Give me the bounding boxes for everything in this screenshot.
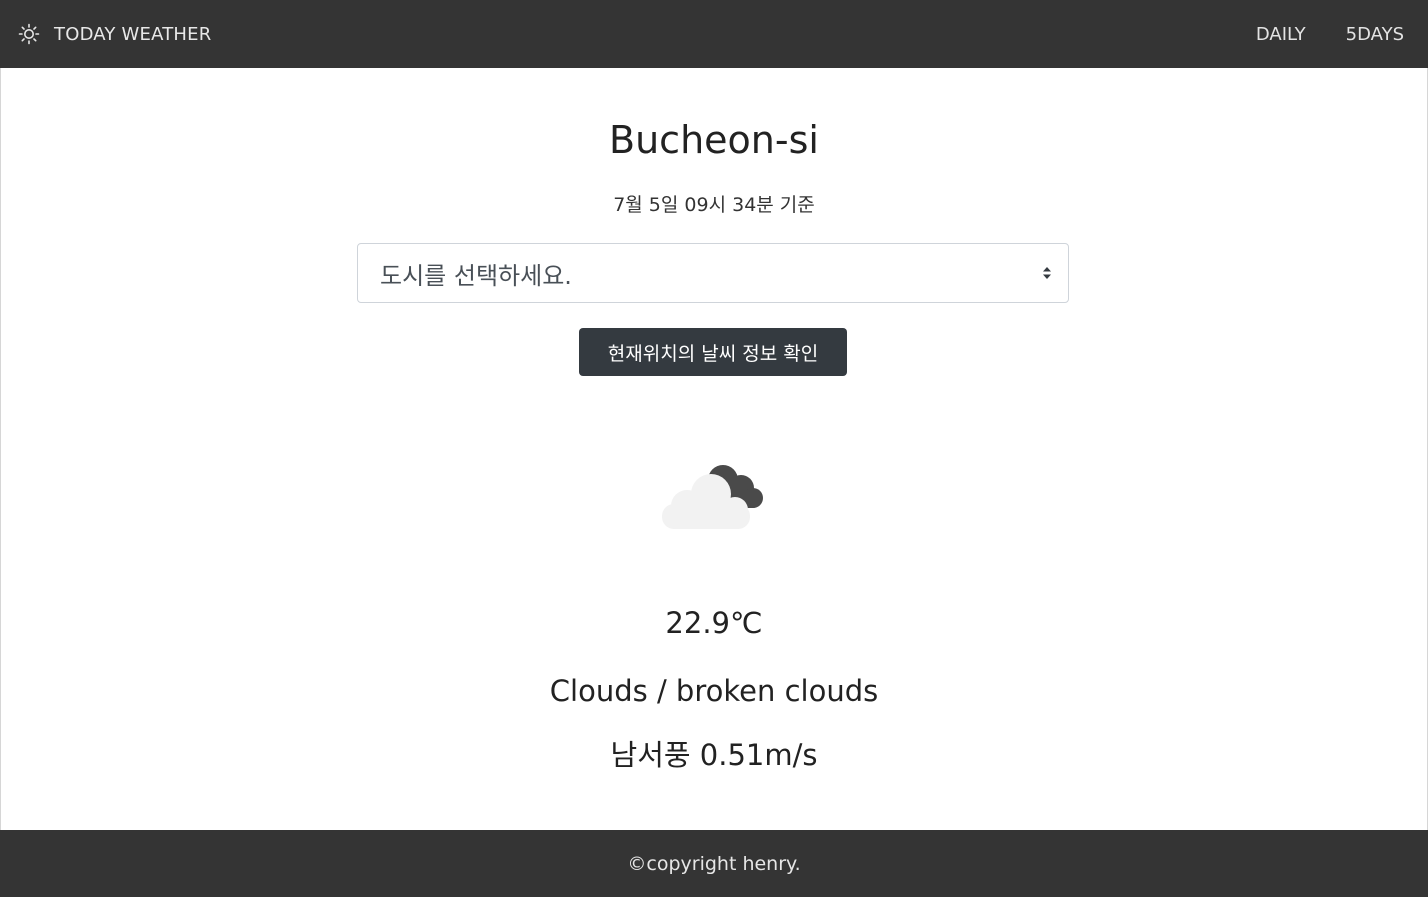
update-timestamp: 7월 5일 09시 34분 기준 [613,194,815,216]
main-content: Bucheon-si 7월 5일 09시 34분 기준 도시를 선택하세요. 현… [0,68,1428,830]
nav-link-5days[interactable]: 5DAYS [1346,24,1404,45]
navbar: TODAY WEATHER DAILY 5DAYS [0,0,1428,68]
brand-label: TODAY WEATHER [54,23,212,45]
select-caret-icon [1040,265,1054,281]
nav-links: DAILY 5DAYS [1216,0,1404,68]
page: TODAY WEATHER DAILY 5DAYS Bucheon-si 7월 … [0,0,1428,897]
broken-clouds-icon [657,460,769,534]
weather-description: Clouds / broken clouds [549,674,879,708]
city-name: Bucheon-si [609,118,819,162]
city-select[interactable]: 도시를 선택하세요. [357,243,1069,303]
wind-info: 남서풍 0.51m/s [610,738,818,772]
city-select-value: 도시를 선택하세요. [380,261,572,290]
footer: ©copyright henry. [0,830,1428,897]
sun-icon [18,23,40,45]
nav-link-daily[interactable]: DAILY [1256,24,1306,45]
brand-link[interactable]: TODAY WEATHER [18,23,211,45]
current-location-weather-button[interactable]: 현재위치의 날씨 정보 확인 [579,328,847,376]
copyright-text: ©copyright henry. [627,852,801,875]
temperature: 22.9℃ [665,606,763,640]
